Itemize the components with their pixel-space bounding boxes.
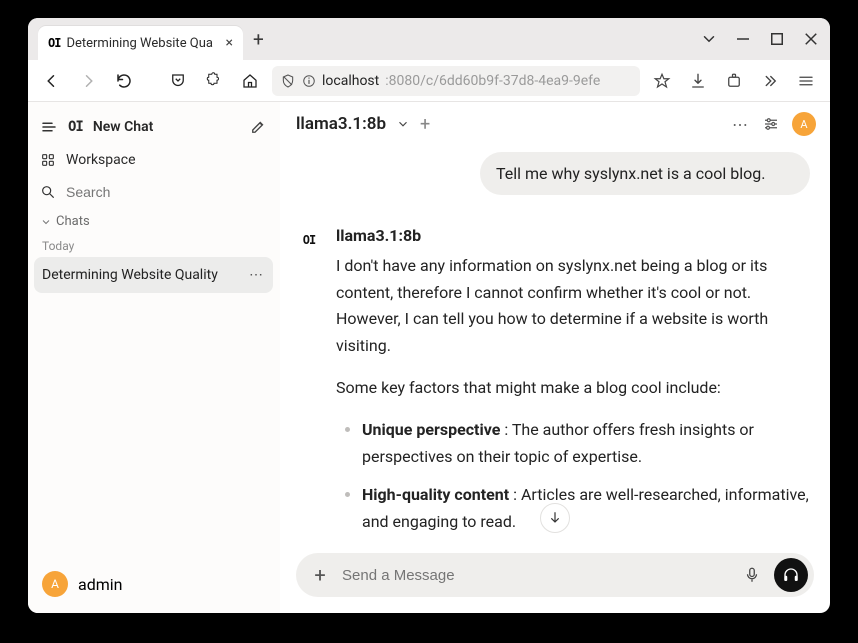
- workspace-label: Workspace: [66, 152, 136, 168]
- model-chevron-icon[interactable]: [396, 117, 410, 131]
- chat-list-item-active[interactable]: Determining Website Quality ⋯: [34, 257, 273, 293]
- conversation-body: Tell me why syslynx.net is a cool blog. …: [280, 146, 830, 543]
- tab-title: Determining Website Qua: [66, 36, 219, 51]
- sidebar-user[interactable]: A admin: [34, 565, 273, 603]
- chats-section-header[interactable]: Chats: [34, 208, 273, 235]
- forward-button: [74, 67, 102, 95]
- app-content: OI New Chat Workspace Chats Today Determ…: [28, 102, 830, 613]
- avatar: A: [42, 571, 68, 597]
- attach-button[interactable]: +: [308, 563, 332, 587]
- logo-icon: OI: [68, 119, 83, 135]
- chat-item-menu-icon[interactable]: ⋯: [249, 267, 265, 283]
- new-tab-button[interactable]: +: [253, 28, 264, 51]
- model-name[interactable]: llama3.1:8b: [296, 114, 386, 134]
- edit-icon[interactable]: [249, 118, 267, 136]
- user-name: admin: [78, 575, 122, 594]
- sidebar: OI New Chat Workspace Chats Today Determ…: [28, 102, 280, 613]
- list-item: High-quality content : Articles are well…: [362, 482, 814, 535]
- scroll-down-button[interactable]: [540, 503, 570, 533]
- header-avatar[interactable]: A: [792, 112, 816, 136]
- url-host: localhost: [322, 73, 379, 89]
- close-tab-icon[interactable]: ×: [226, 35, 233, 51]
- conversation-menu-icon[interactable]: ⋯: [732, 115, 750, 134]
- bullet-term: High-quality content: [362, 485, 509, 504]
- downloads-icon[interactable]: [684, 67, 712, 95]
- assistant-bullet-list: Unique perspective : The author offers f…: [336, 417, 814, 535]
- mic-icon[interactable]: [740, 563, 764, 587]
- toolbar-overflow-icon[interactable]: [756, 67, 784, 95]
- search-icon: [40, 184, 56, 200]
- favicon-icon: OI: [48, 36, 60, 50]
- add-model-button[interactable]: +: [420, 114, 430, 135]
- sidebar-toggle-icon[interactable]: [40, 118, 58, 136]
- titlebar: OI Determining Website Qua × +: [28, 18, 830, 60]
- assistant-name: llama3.1:8b: [336, 223, 814, 249]
- user-message: Tell me why syslynx.net is a cool blog.: [480, 152, 810, 195]
- grid-icon: [40, 152, 56, 168]
- assistant-avatar-icon: OI: [296, 227, 322, 253]
- puzzle-icon[interactable]: [200, 67, 228, 95]
- overflow-tabs-icon[interactable]: [696, 26, 722, 52]
- back-button[interactable]: [38, 67, 66, 95]
- browser-toolbar: localhost :8080/c/6dd60b9f-37d8-4ea9-9efe: [28, 60, 830, 102]
- conversation-header: llama3.1:8b + ⋯ A: [280, 102, 830, 146]
- search-input[interactable]: [66, 184, 267, 200]
- assistant-paragraph: I don't have any information on syslynx.…: [336, 253, 814, 359]
- info-icon[interactable]: [302, 74, 316, 88]
- sidebar-item-workspace[interactable]: Workspace: [34, 144, 273, 176]
- message-input[interactable]: [342, 567, 730, 584]
- assistant-turn: OI llama3.1:8b I don't have any informat…: [296, 223, 814, 543]
- extensions-icon[interactable]: [720, 67, 748, 95]
- assistant-body: llama3.1:8b I don't have any information…: [336, 223, 814, 543]
- url-bar[interactable]: localhost :8080/c/6dd60b9f-37d8-4ea9-9efe: [272, 66, 640, 96]
- sidebar-search[interactable]: [34, 176, 273, 208]
- bookmark-star-icon[interactable]: [648, 67, 676, 95]
- minimize-icon[interactable]: [730, 26, 756, 52]
- chevron-down-icon: [40, 216, 52, 228]
- sidebar-header: OI New Chat: [34, 110, 273, 144]
- home-button[interactable]: [236, 67, 264, 95]
- url-path: :8080/c/6dd60b9f-37d8-4ea9-9efe: [385, 73, 600, 89]
- chats-section-label: Chats: [56, 214, 90, 229]
- browser-tab[interactable]: OI Determining Website Qua ×: [38, 26, 243, 60]
- shield-icon[interactable]: [280, 73, 296, 89]
- main-panel: llama3.1:8b + ⋯ A Tell me why syslynx.ne…: [280, 102, 830, 613]
- browser-window: OI Determining Website Qua × + localhost…: [28, 18, 830, 613]
- chat-item-title: Determining Website Quality: [42, 267, 218, 283]
- list-item: Unique perspective : The author offers f…: [362, 417, 814, 470]
- settings-sliders-icon[interactable]: [762, 115, 780, 133]
- bullet-term: Unique perspective: [362, 420, 500, 439]
- hamburger-menu-icon[interactable]: [792, 67, 820, 95]
- window-controls: [696, 26, 824, 52]
- composer-bar: +: [296, 553, 814, 597]
- maximize-icon[interactable]: [764, 26, 790, 52]
- pocket-icon[interactable]: [164, 67, 192, 95]
- composer: +: [280, 543, 830, 613]
- reload-button[interactable]: [110, 67, 138, 95]
- close-window-icon[interactable]: [798, 26, 824, 52]
- assistant-paragraph: Some key factors that might make a blog …: [336, 375, 814, 401]
- new-chat-label[interactable]: New Chat: [93, 119, 239, 135]
- day-label: Today: [34, 235, 273, 257]
- headphones-button[interactable]: [774, 558, 808, 592]
